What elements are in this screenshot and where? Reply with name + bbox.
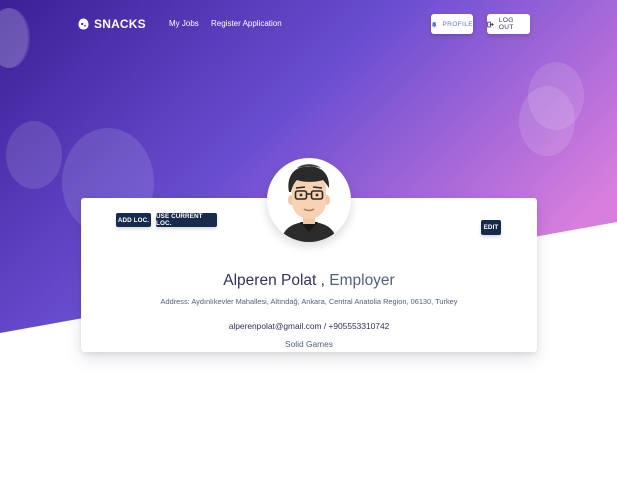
- name-separator: ,: [316, 272, 330, 289]
- logout-icon: [487, 21, 494, 27]
- avatar: [267, 158, 351, 242]
- profile-role: Employer: [329, 272, 395, 289]
- logout-button-label: LOG OUT: [498, 17, 514, 31]
- profile-address: Address: Aydınlıkevler Mahallesi, Altınd…: [160, 297, 458, 306]
- profile-company: Solid Games: [285, 339, 333, 349]
- avatar-illustration: [281, 164, 337, 242]
- decor-circle: [6, 121, 62, 189]
- profile-name: Alperen Polat: [223, 272, 317, 289]
- profile-contact: alperenpolat@gmail.com / +905553310742: [228, 321, 390, 331]
- decor-circle: [519, 86, 575, 156]
- profile-button-label: PROFILE: [442, 20, 473, 28]
- logout-button[interactable]: LOG OUT: [487, 14, 530, 34]
- brand[interactable]: SNACKS: [78, 16, 146, 32]
- nav-register-application[interactable]: Register Application: [211, 19, 282, 28]
- nav-my-jobs[interactable]: My Jobs: [169, 19, 199, 28]
- bell-icon: [431, 21, 437, 28]
- use-current-location-button[interactable]: USE CURRENT LOC.: [156, 213, 217, 227]
- profile-button[interactable]: PROFILE: [431, 14, 473, 34]
- profile-name-line: Alperen Polat , Employer: [81, 272, 537, 290]
- add-location-button[interactable]: ADD LOC.: [116, 213, 151, 227]
- snacks-logo-icon: [78, 18, 89, 30]
- edit-button[interactable]: EDIT: [481, 220, 501, 235]
- brand-name: SNACKS: [94, 17, 146, 31]
- navbar: SNACKS My Jobs Register Application PROF…: [0, 0, 617, 48]
